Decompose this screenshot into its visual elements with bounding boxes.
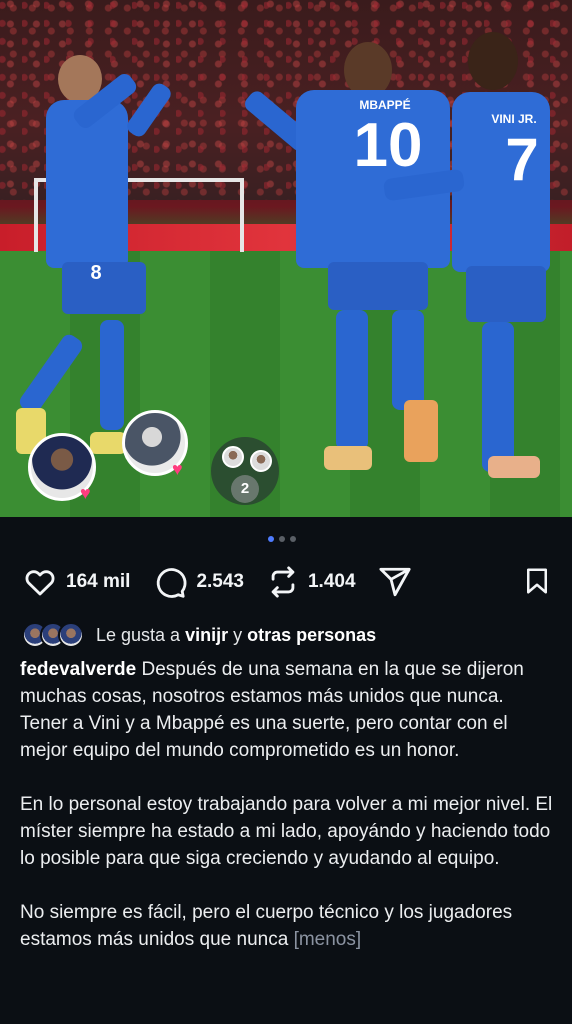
liked-by-row[interactable]: Le gusta a vinijr y otras personas	[22, 620, 376, 650]
liked-by-text: Le gusta a vinijr y otras personas	[96, 624, 377, 645]
player-center-number: 10	[353, 111, 423, 180]
sticker-group[interactable]: 2	[211, 437, 279, 505]
player-center-name: MBAPPÉ	[359, 98, 411, 112]
action-bar: 164 mil 2.543 1.404	[22, 562, 552, 602]
comment-button[interactable]: 2.543	[152, 565, 244, 599]
carousel-dot	[290, 536, 296, 542]
carousel-dot	[279, 536, 285, 542]
caption-less-link[interactable]: [menos]	[294, 929, 362, 950]
post-caption: fedevalverde Después de una semana en la…	[20, 656, 555, 953]
like-button[interactable]: 164 mil	[22, 565, 130, 599]
player-right-number: 7	[505, 126, 539, 193]
save-button[interactable]	[522, 564, 552, 603]
like-count: 164 mil	[66, 571, 131, 592]
post-photo[interactable]: 8 MBAPPÉ 10 VINI JR. 7 ♥ ♥ 2	[0, 0, 572, 517]
sticker-group-face	[222, 446, 244, 468]
bookmark-icon	[527, 568, 547, 594]
liked-by-user-link[interactable]: vinijr	[185, 625, 228, 645]
sticker-group-face	[250, 450, 272, 472]
player-right-name: VINI JR.	[491, 112, 537, 126]
caption-paragraph-2: Tener a Vini y a Mbappé es una suerte, p…	[20, 713, 508, 761]
caption-paragraph-3: En lo personal estoy trabajando para vol…	[20, 794, 553, 869]
liker-avatar	[58, 622, 84, 648]
liked-by-others-link[interactable]: otras personas	[247, 625, 376, 645]
sticker-group-count: 2	[231, 475, 259, 503]
carousel-indicator	[268, 536, 296, 542]
repost-icon	[271, 566, 295, 598]
share-icon	[378, 567, 411, 597]
comment-icon	[157, 568, 187, 598]
repost-button[interactable]: 1.404	[266, 565, 356, 599]
repost-count: 1.404	[307, 571, 356, 592]
comment-count: 2.543	[196, 571, 244, 592]
sticker-heart-icon: ♥	[80, 483, 91, 503]
sticker-heart-icon: ♥	[172, 459, 183, 479]
share-button[interactable]	[378, 565, 412, 599]
caption-paragraph-4: No siempre es fácil, pero el cuerpo técn…	[20, 902, 513, 950]
caption-username[interactable]: fedevalverde	[20, 659, 136, 680]
player-left-number: 8	[90, 262, 102, 284]
carousel-dot-active	[268, 536, 274, 542]
heart-icon	[25, 570, 55, 596]
